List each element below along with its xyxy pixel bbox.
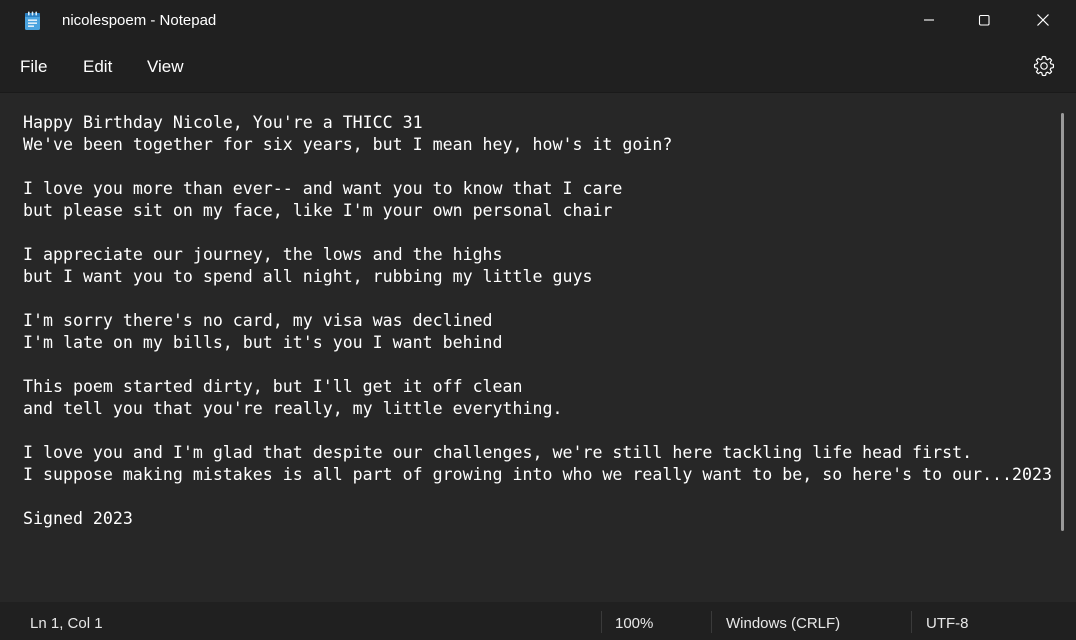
settings-button[interactable]	[1032, 54, 1056, 78]
menu-view[interactable]: View	[147, 57, 184, 77]
status-divider	[711, 611, 712, 633]
menu-file[interactable]: File	[20, 57, 47, 77]
status-divider	[911, 611, 912, 633]
editor-content[interactable]: Happy Birthday Nicole, You're a THICC 31…	[23, 112, 1052, 530]
line-ending: Windows (CRLF)	[726, 615, 841, 632]
notepad-icon	[25, 11, 40, 30]
minimize-button[interactable]	[900, 0, 958, 40]
encoding: UTF-8	[926, 615, 969, 632]
close-button[interactable]	[1014, 0, 1072, 40]
minimize-icon	[924, 19, 934, 21]
maximize-button[interactable]	[955, 0, 1013, 40]
menu-edit[interactable]: Edit	[83, 57, 112, 77]
status-bar: Ln 1, Col 1 100% Windows (CRLF) UTF-8	[0, 602, 1076, 640]
notepad-window: nicolespoem - Notepad File Edit View Hap…	[0, 0, 1076, 640]
title-bar[interactable]: nicolespoem - Notepad	[0, 0, 1076, 42]
close-icon	[1037, 14, 1049, 26]
gear-icon	[1033, 55, 1055, 77]
status-divider	[601, 611, 602, 633]
vertical-scrollbar[interactable]	[1061, 113, 1064, 531]
text-editor[interactable]: Happy Birthday Nicole, You're a THICC 31…	[0, 92, 1076, 603]
cursor-position: Ln 1, Col 1	[30, 615, 103, 632]
maximize-icon	[978, 14, 990, 26]
window-title: nicolespoem - Notepad	[62, 12, 217, 29]
menu-bar: File Edit View	[0, 42, 1076, 92]
zoom-level: 100%	[615, 615, 654, 632]
